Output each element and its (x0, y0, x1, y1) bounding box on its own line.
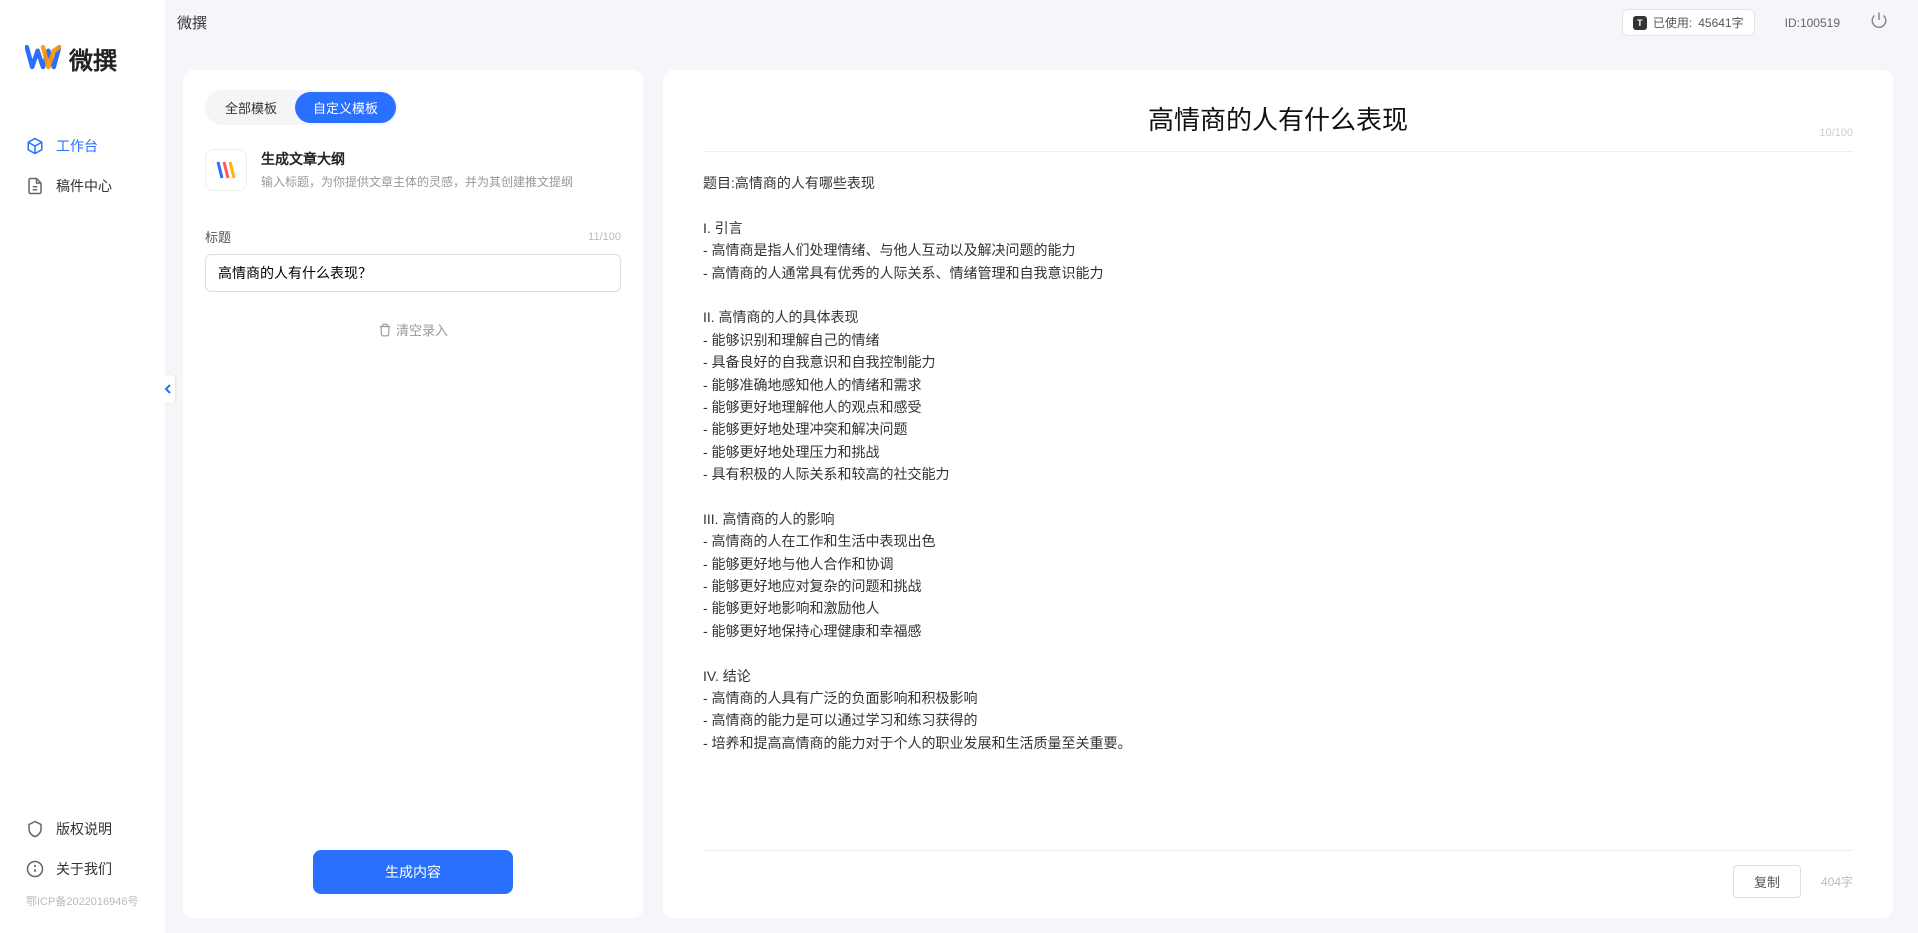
word-count: 404字 (1821, 873, 1853, 890)
main: 微撰 T 已使用: 45641字 ID:100519 全部模板 自定义模板 (165, 0, 1918, 933)
sidebar-bottom: 版权说明 关于我们 鄂ICP备2022016946号 (0, 809, 165, 933)
icp-number: 鄂ICP备2022016946号 (10, 889, 155, 913)
info-icon (26, 860, 44, 878)
nav-item-label: 关于我们 (56, 859, 112, 879)
output-footer: 复制 404字 (703, 850, 1853, 898)
output-title-counter: 10/100 (1819, 127, 1853, 139)
usage-badge[interactable]: T 已使用: 45641字 (1622, 9, 1755, 36)
nav-about[interactable]: 关于我们 (10, 849, 155, 889)
output-body: 题目:高情商的人有哪些表现 I. 引言 - 高情商是指人们处理情绪、与他人互动以… (703, 152, 1853, 850)
chevron-left-icon (164, 383, 172, 395)
content: 全部模板 自定义模板 生成文章大纲 输入标题，为你提供文章主体的灵感，并为其创建… (165, 45, 1918, 933)
nav-item-label: 版权说明 (56, 819, 112, 839)
nav-list: 工作台 稿件中心 (0, 126, 165, 206)
nav-drafts[interactable]: 稿件中心 (10, 166, 155, 206)
shield-icon (26, 820, 44, 838)
token-icon: T (1633, 16, 1647, 30)
trash-icon (378, 323, 392, 337)
tab-all-templates[interactable]: 全部模板 (207, 92, 295, 123)
template-info: 生成文章大纲 输入标题，为你提供文章主体的灵感，并为其创建推文提纲 (261, 149, 573, 190)
nav-item-label: 工作台 (56, 136, 98, 156)
template-desc: 输入标题，为你提供文章主体的灵感，并为其创建推文提纲 (261, 173, 573, 190)
template-tabs: 全部模板 自定义模板 (205, 90, 398, 125)
title-label: 标题 (205, 227, 231, 246)
logo[interactable]: 微撰 (0, 0, 165, 106)
title-input[interactable] (205, 254, 621, 292)
topbar: 微撰 T 已使用: 45641字 ID:100519 (165, 0, 1918, 45)
nav-workspace[interactable]: 工作台 (10, 126, 155, 166)
usage-prefix: 已使用: (1653, 14, 1692, 31)
output-title-row: 高情商的人有什么表现 10/100 (703, 100, 1853, 152)
user-id: ID:100519 (1785, 16, 1840, 30)
logo-icon (25, 40, 61, 76)
page-title: 微撰 (177, 12, 207, 33)
clear-label: 清空录入 (396, 320, 448, 339)
template-icon (205, 149, 247, 191)
logo-text: 微撰 (69, 41, 117, 76)
generate-button[interactable]: 生成内容 (313, 850, 513, 894)
template-name: 生成文章大纲 (261, 149, 573, 169)
output-panel: 高情商的人有什么表现 10/100 题目:高情商的人有哪些表现 I. 引言 - … (663, 70, 1893, 918)
power-icon[interactable] (1870, 11, 1888, 34)
tab-custom-templates[interactable]: 自定义模板 (295, 92, 396, 123)
document-icon (26, 177, 44, 195)
nav-item-label: 稿件中心 (56, 176, 112, 196)
output-title: 高情商的人有什么表现 (1148, 100, 1408, 137)
title-counter: 11/100 (588, 231, 621, 243)
template-card: 生成文章大纲 输入标题，为你提供文章主体的灵感，并为其创建推文提纲 (205, 149, 621, 191)
clear-button[interactable]: 清空录入 (205, 320, 621, 339)
sidebar-collapse-toggle[interactable] (161, 375, 175, 403)
nav-copyright[interactable]: 版权说明 (10, 809, 155, 849)
copy-button[interactable]: 复制 (1733, 865, 1801, 898)
usage-value: 45641字 (1698, 14, 1743, 31)
cube-icon (26, 137, 44, 155)
input-panel: 全部模板 自定义模板 生成文章大纲 输入标题，为你提供文章主体的灵感，并为其创建… (183, 70, 643, 918)
sidebar: 微撰 工作台 稿件中心 版权说明 关于我们 鄂ICP备2022016946号 (0, 0, 165, 933)
title-field-group: 标题 11/100 (205, 227, 621, 292)
topbar-right: T 已使用: 45641字 ID:100519 (1622, 9, 1888, 36)
